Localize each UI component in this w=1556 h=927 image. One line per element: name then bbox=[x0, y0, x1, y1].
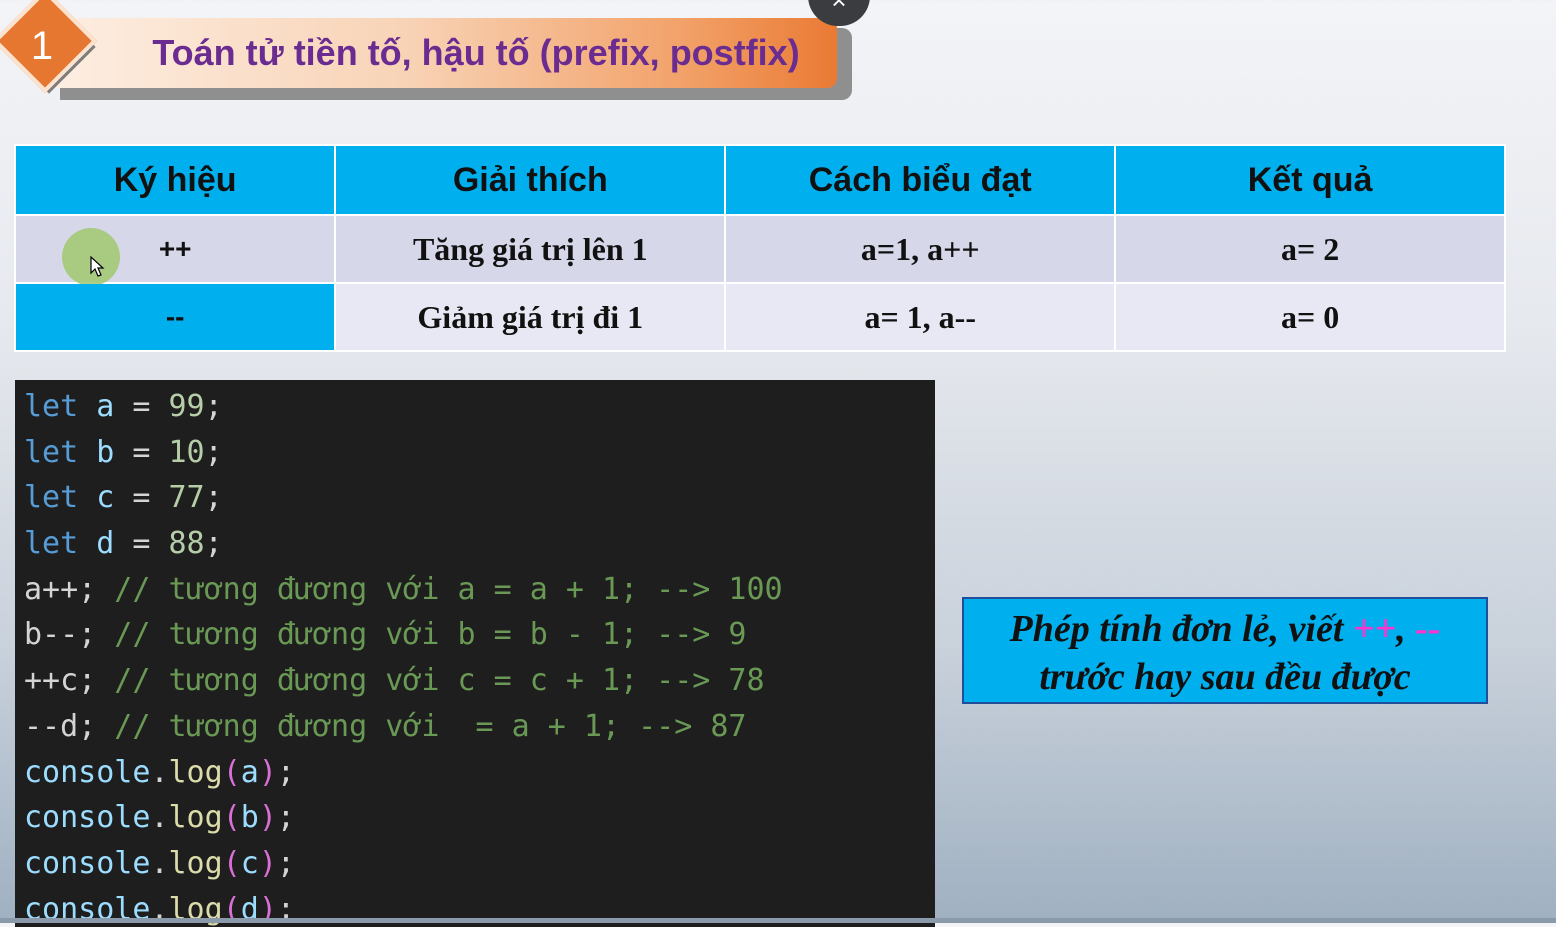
code-line: --d; // tương đương với = a + 1; --> 87 bbox=[24, 708, 747, 744]
note-line-2: trước hay sau đều được bbox=[1039, 656, 1411, 698]
column-header: Giải thích bbox=[334, 144, 727, 216]
column-header: Kết quả bbox=[1114, 144, 1506, 216]
code-line: console.log(c); bbox=[24, 845, 295, 881]
table-cell-symbol: -- bbox=[13, 282, 337, 352]
title-banner: Toán tử tiền tố, hậu tố (prefix, postfix… bbox=[55, 18, 837, 88]
table-cell: a= 0 bbox=[1114, 282, 1506, 352]
note-box: Phép tính đơn lẻ, viết ++, -- trước hay … bbox=[962, 597, 1488, 704]
operators-table: Ký hiệu Giải thích Cách biểu đạt Kết quả… bbox=[13, 144, 1506, 352]
code-line: ++c; // tương đương với c = c + 1; --> 7… bbox=[24, 663, 765, 699]
column-header: Ký hiệu bbox=[13, 144, 337, 216]
code-editor: let a = 99; let b = 10; let c = 77; let … bbox=[15, 380, 935, 927]
table-cell: a= 2 bbox=[1114, 214, 1506, 284]
table-cell: a=1, a++ bbox=[724, 214, 1117, 284]
code-line: console.log(a); bbox=[24, 754, 295, 790]
table-cell: Tăng giá trị lên 1 bbox=[334, 214, 727, 284]
column-header: Cách biểu đạt bbox=[724, 144, 1117, 216]
code-line: let a = 99; bbox=[24, 389, 223, 424]
close-icon[interactable]: × bbox=[831, 0, 846, 15]
mouse-cursor-icon bbox=[90, 256, 105, 277]
note-operator-decrement: -- bbox=[1415, 608, 1441, 650]
code-line: let c = 77; bbox=[24, 480, 223, 516]
code-line: let b = 10; bbox=[24, 434, 223, 470]
code-line: b--; // tương đương với b = b - 1; --> 9 bbox=[24, 617, 747, 653]
code-line: a++; // tương đương với a = a + 1; --> 1… bbox=[24, 571, 783, 607]
table-row: ++ Tăng giá trị lên 1 a=1, a++ a= 2 bbox=[13, 214, 1506, 286]
note-operator-increment: ++ bbox=[1352, 608, 1397, 650]
code-line: console.log(b); bbox=[24, 800, 295, 836]
table-cell: a= 1, a-- bbox=[724, 282, 1117, 352]
code-line: let d = 88; bbox=[24, 526, 223, 562]
table-row: -- Giảm giá trị đi 1 a= 1, a-- a= 0 bbox=[13, 282, 1506, 352]
slide-title: Toán tử tiền tố, hậu tố (prefix, postfix… bbox=[152, 32, 800, 73]
table-cell: Giảm giá trị đi 1 bbox=[334, 282, 727, 352]
note-line-1: Phép tính đơn lẻ, viết ++, -- bbox=[1009, 608, 1441, 650]
table-header-row: Ký hiệu Giải thích Cách biểu đạt Kết quả bbox=[13, 144, 1506, 216]
bottom-edge bbox=[0, 918, 1556, 923]
badge-number: 1 bbox=[30, 24, 54, 68]
table-cell-symbol: ++ bbox=[13, 214, 337, 286]
